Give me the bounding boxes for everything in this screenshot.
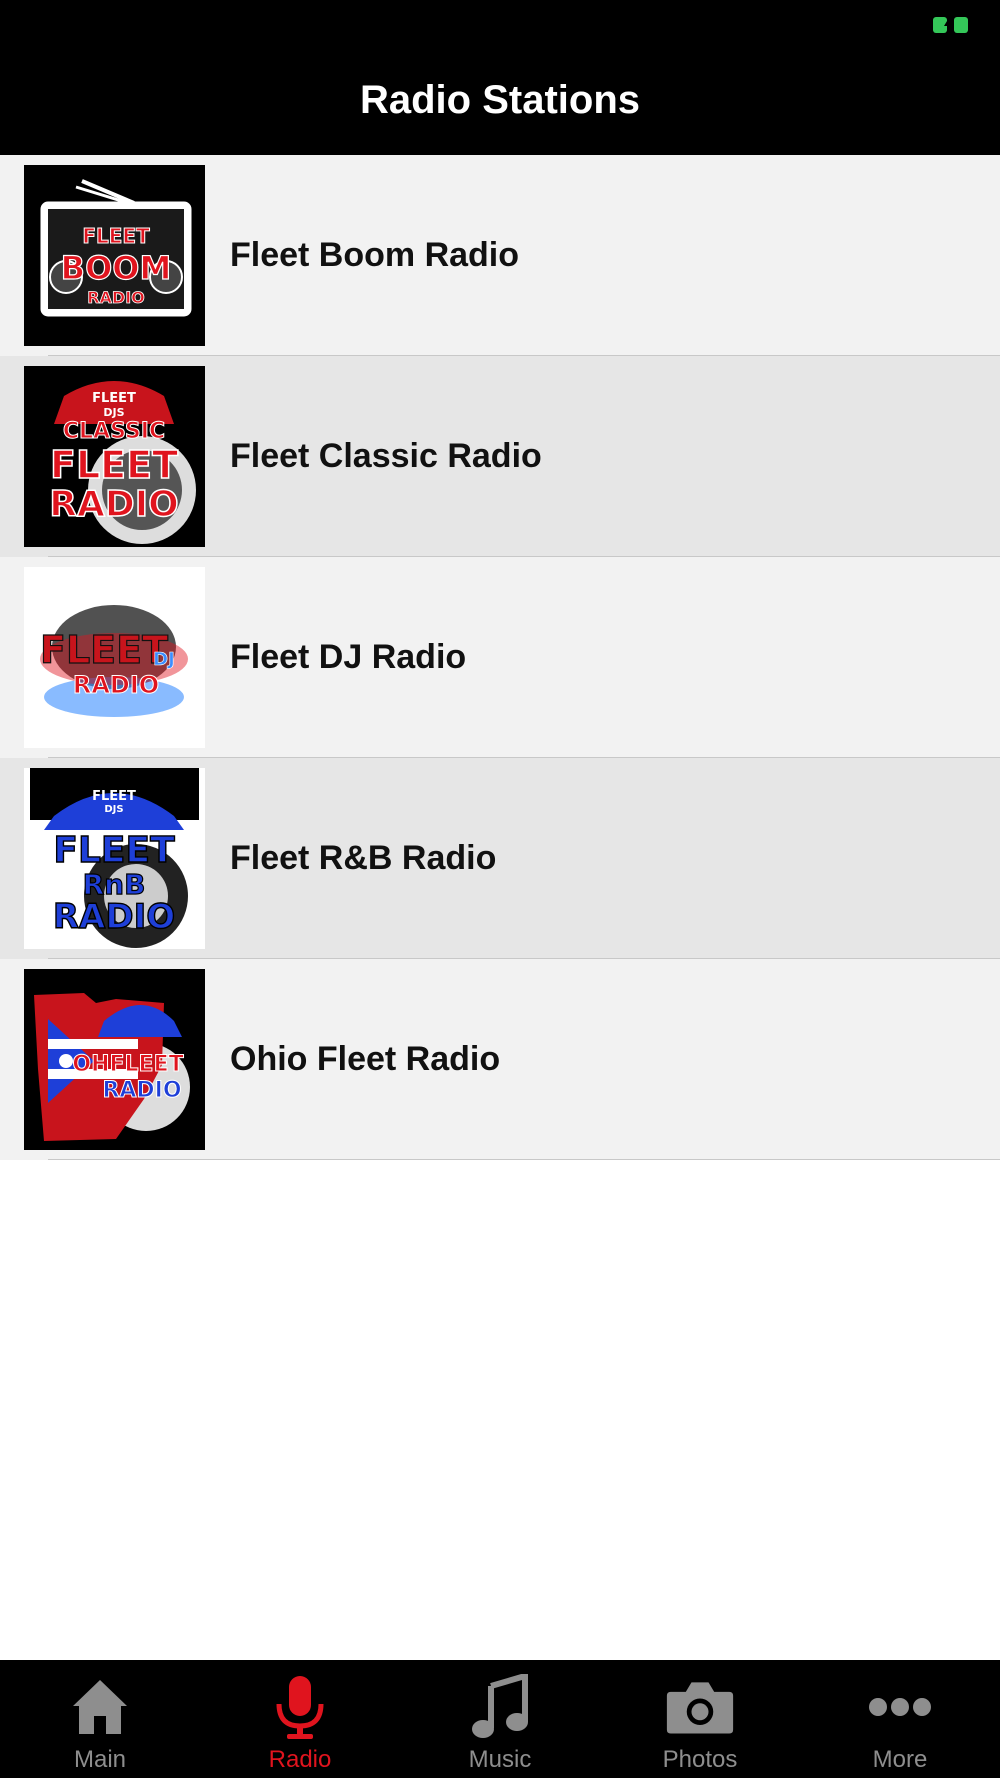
tab-photos[interactable]: Photos <box>600 1660 800 1778</box>
station-row-ohio-fleet-radio[interactable]: OHFLEET RADIO Ohio Fleet Radio <box>0 959 1000 1160</box>
svg-text:FLEET: FLEET <box>50 443 178 487</box>
microphone-icon <box>265 1674 335 1740</box>
more-dots-icon <box>865 1674 935 1740</box>
page-title: Radio Stations <box>359 78 641 122</box>
tab-music[interactable]: Music <box>400 1660 600 1778</box>
station-row-fleet-boom-radio[interactable]: FLEET BOOM RADIO Fleet Boom Radio <box>0 155 1000 356</box>
tab-more[interactable]: More <box>800 1660 1000 1778</box>
tab-label: More <box>872 1746 928 1773</box>
tab-label: Main <box>73 1746 127 1773</box>
navigation-header: Radio Stations <box>0 0 1000 155</box>
svg-text:CLASSIC: CLASSIC <box>63 419 165 444</box>
svg-text:DJ: DJ <box>153 649 175 670</box>
svg-text:FLEET: FLEET <box>40 628 168 672</box>
tab-label: Radio <box>268 1746 332 1773</box>
station-row-fleet-dj-radio[interactable]: FLEET DJ RADIO Fleet DJ Radio <box>0 557 1000 758</box>
tab-main[interactable]: Main <box>0 1660 200 1778</box>
station-row-fleet-classic-radio[interactable]: FLEET DJS CLASSIC FLEET RADIO Fleet Clas… <box>0 356 1000 557</box>
svg-text:FLEET: FLEET <box>82 224 150 248</box>
station-name: Fleet R&B Radio <box>230 838 497 877</box>
svg-text:DJS: DJS <box>103 406 124 419</box>
svg-text:BOOM: BOOM <box>61 249 172 287</box>
camera-icon <box>665 1674 735 1740</box>
svg-text:OHFLEET: OHFLEET <box>72 1052 183 1077</box>
tab-label: Photos <box>662 1746 738 1773</box>
station-name: Fleet Classic Radio <box>230 436 542 475</box>
svg-text:RADIO: RADIO <box>53 897 175 937</box>
screen: Radio Stations FLEET BOOM RADIO Fleet Bo… <box>0 0 1000 1778</box>
tab-bar: Main Radio Music Photos More <box>0 1660 1000 1778</box>
music-note-icon <box>465 1674 535 1740</box>
svg-text:FLEET: FLEET <box>92 391 136 406</box>
station-name: Fleet Boom Radio <box>230 235 520 274</box>
svg-text:DJS: DJS <box>104 804 123 815</box>
svg-text:RADIO: RADIO <box>49 484 178 525</box>
rnb-logo: FLEET DJS FLEET RnB RADIO <box>24 768 205 949</box>
tab-label: Music <box>468 1746 532 1773</box>
station-list: FLEET BOOM RADIO Fleet Boom Radio FLEET … <box>0 155 1000 1160</box>
battery-charging-icon <box>933 16 968 34</box>
station-name: Fleet DJ Radio <box>230 637 467 676</box>
ohio-logo: OHFLEET RADIO <box>24 969 205 1150</box>
tab-radio[interactable]: Radio <box>200 1660 400 1778</box>
svg-text:RADIO: RADIO <box>73 671 159 699</box>
classic-logo: FLEET DJS CLASSIC FLEET RADIO <box>24 366 205 547</box>
svg-text:RADIO: RADIO <box>87 288 145 307</box>
station-name: Ohio Fleet Radio <box>230 1039 501 1078</box>
station-row-fleet-rnb-radio[interactable]: FLEET DJS FLEET RnB RADIO Fleet R&B Radi… <box>0 758 1000 959</box>
svg-text:FLEET: FLEET <box>92 789 136 804</box>
svg-text:RADIO: RADIO <box>102 1078 181 1103</box>
home-icon <box>65 1674 135 1740</box>
dj-logo: FLEET DJ RADIO <box>24 567 205 748</box>
svg-text:FLEET: FLEET <box>53 830 175 871</box>
boombox-logo: FLEET BOOM RADIO <box>24 165 205 346</box>
